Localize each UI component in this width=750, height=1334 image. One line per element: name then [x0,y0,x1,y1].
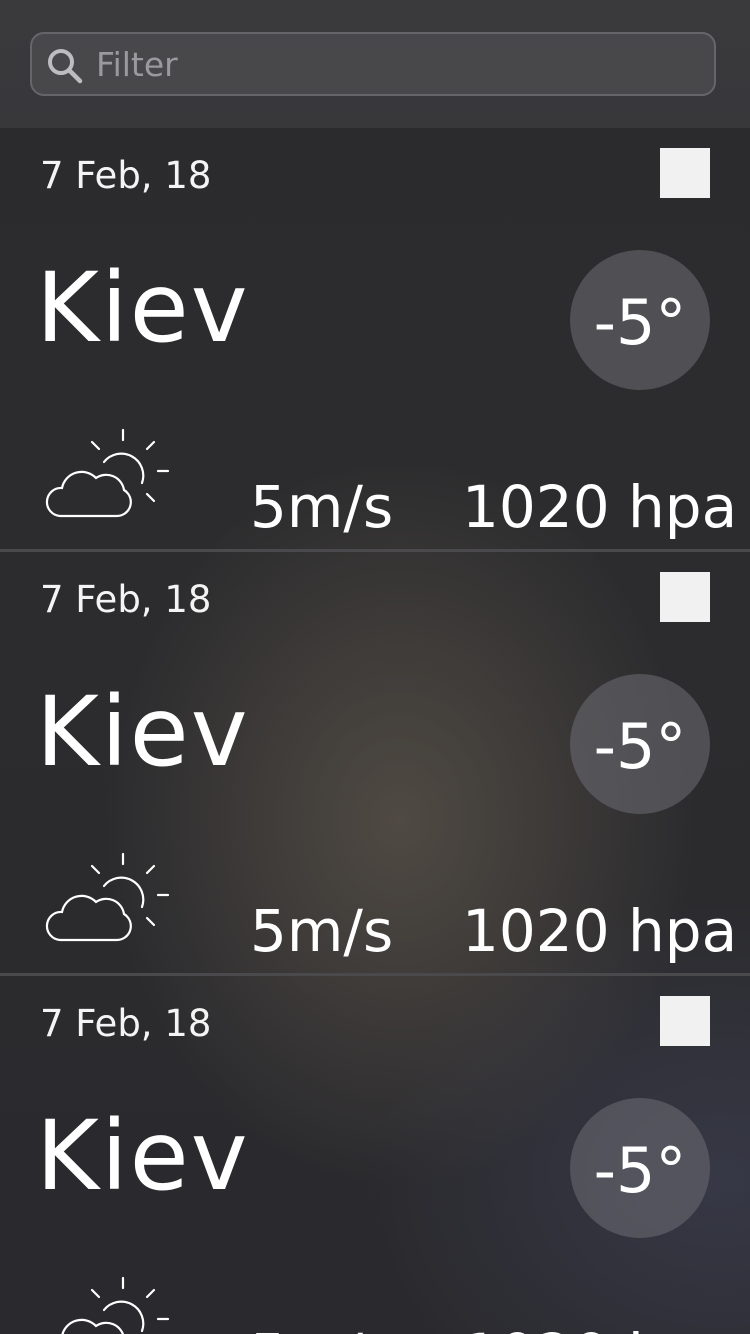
wind-speed: 5m/s [250,1326,393,1334]
temperature-badge: -5° [570,250,710,390]
search-input[interactable] [96,34,696,94]
weather-card[interactable]: 7 Feb, 18 Kiev -5° 5m/s 1020 hpa [0,128,750,552]
search-icon [48,49,83,84]
date-label: 7 Feb, 18 [40,1002,212,1045]
weather-card[interactable]: 7 Feb, 18 Kiev -5° 5m/s 1020 hpa [0,552,750,976]
temperature-value: -5° [593,710,687,783]
weather-card[interactable]: 7 Feb, 18 Kiev -5° 5m/s 1020 hpa [0,976,750,1334]
wind-speed: 5m/s [250,473,394,541]
search-bar [0,0,750,128]
date-label: 7 Feb, 18 [40,154,212,197]
temperature-value: -5° [593,1134,687,1207]
pressure-value: 1020 hpa [462,897,738,965]
pressure-value: 1020 hpa [462,1326,737,1334]
temperature-badge: -5° [570,1098,710,1238]
date-label: 7 Feb, 18 [40,578,212,621]
temperature-badge: -5° [570,674,710,814]
temperature-value: -5° [593,286,687,359]
wind-speed: 5m/s [250,897,394,965]
partly-cloudy-icon [45,428,170,518]
search-field[interactable] [30,32,716,96]
select-checkbox[interactable] [660,148,710,198]
city-name: Kiev [36,1100,250,1212]
city-name: Kiev [36,252,250,364]
select-checkbox[interactable] [660,996,710,1046]
pressure-value: 1020 hpa [462,473,738,541]
partly-cloudy-icon [45,852,170,942]
partly-cloudy-icon [61,1276,170,1334]
select-checkbox[interactable] [660,572,710,622]
city-name: Kiev [36,676,250,788]
